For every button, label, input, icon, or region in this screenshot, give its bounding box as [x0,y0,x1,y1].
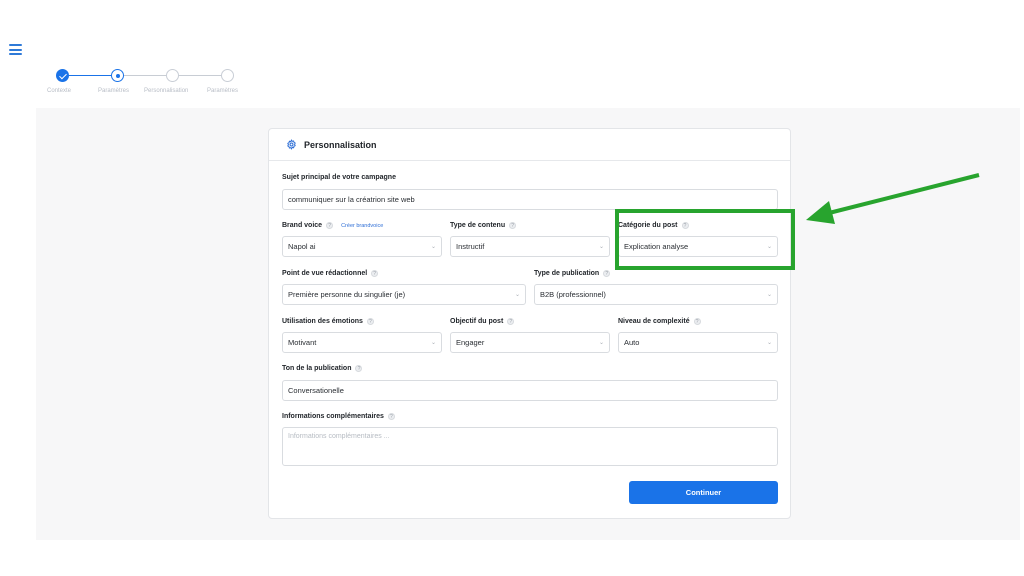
chevron-down-icon: ⌄ [430,244,436,250]
emotions-value: Motivant [288,338,317,347]
complexity-label: Niveau de complexité ? [618,318,701,325]
chevron-down-icon: ⌄ [598,340,604,346]
content-type-label-text: Type de contenu [450,222,506,229]
point-of-view-select[interactable]: Première personne du singulier (je) ⌄ [282,284,526,305]
step-4-label: Paramètres [207,88,239,94]
objective-label: Objectif du post ? [450,318,515,325]
subject-label-text: Sujet principal de votre campagne [282,174,396,181]
menu-icon[interactable] [9,44,22,55]
step-connector [124,75,167,76]
subject-input[interactable]: communiquer sur la créatrion site web [282,189,778,210]
info-icon[interactable]: ? [366,318,374,325]
extra-info-label: Informations complémentaires ? [282,413,395,420]
objective-select[interactable]: Engager ⌄ [450,332,610,353]
objective-value: Engager [456,338,485,347]
emotions-label-text: Utilisation des émotions [282,318,363,325]
emotions-label: Utilisation des émotions ? [282,318,374,325]
info-icon[interactable]: ? [507,318,515,325]
complexity-select[interactable]: Auto ⌄ [618,332,778,353]
brand-voice-label-text: Brand voice [282,222,323,229]
info-icon[interactable]: ? [371,270,379,277]
objective-label-text: Objectif du post [450,318,504,325]
subject-label: Sujet principal de votre campagne [282,174,396,181]
content-type-select[interactable]: Instructif ⌄ [450,236,610,257]
publication-type-label: Type de publication ? [534,270,611,277]
point-of-view-label: Point de vue rédactionnel ? [282,270,379,277]
step-3-label: Personnalisation [144,88,189,94]
tone-label-text: Ton de la publication [282,365,352,372]
chevron-down-icon: ⌄ [430,340,436,346]
content-type-value: Instructif [456,242,485,251]
publication-type-value: B2B (professionnel) [540,290,606,299]
brand-voice-value: Napol ai [288,242,316,251]
chevron-down-icon: ⌄ [766,340,772,346]
info-icon[interactable]: ? [509,222,517,229]
info-icon[interactable]: ? [326,222,334,229]
step-2-current-icon[interactable] [111,69,124,82]
info-icon[interactable]: ? [387,413,395,420]
step-connector [69,75,112,76]
arrow-annotation-icon [806,173,980,224]
highlight-box [615,209,795,270]
card-header: Personnalisation [269,129,790,161]
publication-type-label-text: Type de publication [534,270,600,277]
tone-value: Conversationelle [288,386,344,395]
subject-value: communiquer sur la créatrion site web [288,195,415,204]
info-icon[interactable]: ? [355,365,363,372]
personalisation-card: Personnalisation Sujet principal de votr… [268,128,791,519]
info-icon[interactable]: ? [693,318,701,325]
stepper: Contexte Paramètres Personnalisation Par… [0,66,260,100]
step-3-icon[interactable] [166,69,179,82]
step-1-check-icon[interactable] [56,69,69,82]
continue-button[interactable]: Continuer [629,481,778,504]
tone-input[interactable]: Conversationelle [282,380,778,401]
content-type-label: Type de contenu ? [450,222,517,229]
extra-info-textarea[interactable] [282,427,778,466]
chevron-down-icon: ⌄ [514,292,520,298]
step-4-icon[interactable] [221,69,234,82]
point-of-view-value: Première personne du singulier (je) [288,290,406,299]
point-of-view-label-text: Point de vue rédactionnel [282,270,368,277]
extra-info-label-text: Informations complémentaires [282,413,384,420]
complexity-value: Auto [624,338,640,347]
brand-voice-select[interactable]: Napol ai ⌄ [282,236,442,257]
complexity-label-text: Niveau de complexité [618,318,690,325]
step-1-label: Contexte [47,88,72,94]
chevron-down-icon: ⌄ [598,244,604,250]
create-brandvoice-link[interactable]: Créer brandvoice [341,223,383,229]
card-title: Personnalisation [304,139,377,150]
step-connector [179,75,222,76]
step-2-label: Paramètres [98,88,130,94]
gear-icon [286,139,297,150]
info-icon[interactable]: ? [603,270,611,277]
brand-voice-label: Brand voice ? Créer brandvoice [282,222,383,229]
tone-label: Ton de la publication ? [282,365,363,372]
publication-type-select[interactable]: B2B (professionnel) ⌄ [534,284,778,305]
chevron-down-icon: ⌄ [766,292,772,298]
emotions-select[interactable]: Motivant ⌄ [282,332,442,353]
